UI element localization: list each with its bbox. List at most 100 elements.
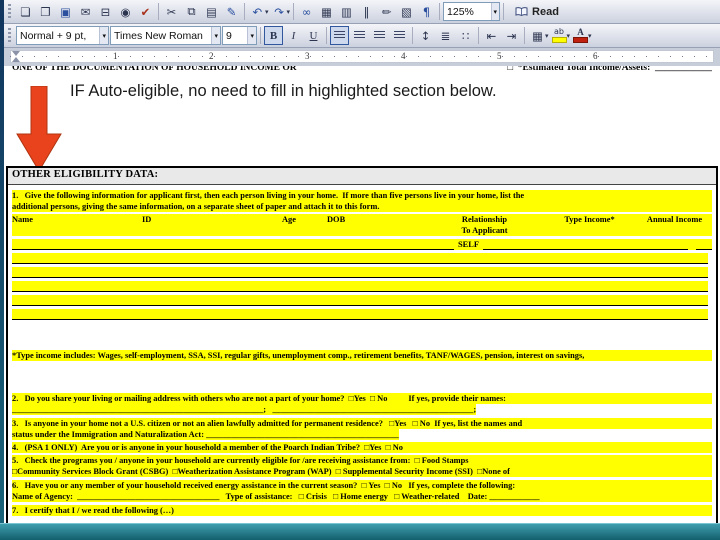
justify-icon: [394, 31, 405, 40]
chevron-down-icon[interactable]: ▾: [490, 3, 500, 20]
pilcrow-icon: ¶: [422, 4, 431, 19]
bullets-button[interactable]: ∷: [456, 26, 475, 45]
italic-button[interactable]: I: [284, 26, 303, 45]
read-label: Read: [532, 5, 559, 18]
toolbar-grip[interactable]: [8, 4, 11, 19]
print-preview-icon: ◉: [120, 4, 131, 19]
font-color-dropdown-arrow[interactable]: ▾: [588, 32, 592, 40]
decrease-indent-button[interactable]: ⇤: [482, 26, 501, 45]
undo-dropdown-arrow[interactable]: ▾: [265, 8, 269, 16]
ruler-number: 6: [593, 51, 598, 61]
blank-entry-line: [12, 281, 708, 292]
save-button[interactable]: ▣: [56, 2, 75, 21]
self-label: SELF: [458, 240, 479, 249]
chevron-down-icon[interactable]: ▾: [247, 27, 256, 44]
underline-button[interactable]: U: [304, 26, 323, 45]
to-applicant-label: To Applicant: [461, 226, 508, 235]
chevron-down-icon[interactable]: ▾: [211, 27, 220, 44]
font-size-select[interactable]: 9 ▾: [222, 26, 257, 45]
read-button[interactable]: Read: [507, 2, 567, 22]
drawing-button[interactable]: ✏: [377, 2, 396, 21]
align-left-button[interactable]: [330, 26, 349, 45]
ruler[interactable]: 1 2 3 4 5 6: [4, 48, 720, 67]
toolbar-separator: [158, 3, 159, 20]
hyperlink-icon: ∞: [301, 4, 312, 19]
toolbar-separator: [260, 27, 261, 44]
zoom-select[interactable]: 125% ▾: [443, 2, 501, 21]
open-icon: ❐: [40, 4, 51, 19]
save-icon: ▣: [60, 4, 71, 19]
tables-borders-button[interactable]: ▦: [317, 2, 336, 21]
font-color-swatch: [573, 37, 589, 43]
align-center-button[interactable]: [350, 26, 369, 45]
increase-indent-button[interactable]: ⇥: [502, 26, 521, 45]
toolbar-separator: [412, 27, 413, 44]
toolbar-grip[interactable]: [8, 28, 11, 43]
open-button[interactable]: ❐: [36, 2, 55, 21]
question-1-line-2: additional persons, giving the same info…: [12, 201, 712, 212]
hanging-indent-marker[interactable]: [12, 57, 20, 62]
font-value: Times New Roman: [114, 29, 203, 42]
paste-button[interactable]: ▤: [202, 2, 221, 21]
formatting-toolbar: Normal + 9 pt, ▾ Times New Roman ▾ 9 ▾ B…: [4, 24, 720, 48]
document-map-icon: ▧: [401, 4, 412, 19]
cut-button[interactable]: ✂: [162, 2, 181, 21]
ruler-number: 4: [401, 51, 406, 61]
spelling-button[interactable]: ✔: [136, 2, 155, 21]
question-7-partial: 7. I certify that I / we read the follow…: [12, 505, 712, 516]
type-income-footnote: *Type income includes: Wages, self-emplo…: [12, 350, 712, 361]
new-document-icon: ❏: [20, 4, 31, 19]
copy-icon: ⧉: [187, 4, 196, 18]
document-area[interactable]: ONE OF THE DOCUMENTATION OF HOUSEHOLD IN…: [4, 66, 720, 524]
question-6-line-2: Name of Agency: ________________________…: [12, 491, 712, 502]
style-select[interactable]: Normal + 9 pt, ▾: [16, 26, 109, 45]
align-right-button[interactable]: [370, 26, 389, 45]
question-3-line-1: 3. Is anyone in your home not a U.S. cit…: [12, 418, 712, 429]
column-header-type-income: Type Income*: [564, 215, 615, 224]
bullets-icon: ∷: [461, 28, 470, 43]
highlight-dropdown-arrow[interactable]: ▾: [567, 32, 571, 40]
form-body: 1. Give the following information for ap…: [8, 185, 716, 516]
format-painter-button[interactable]: ✎: [222, 2, 241, 21]
entry-line: [696, 239, 712, 250]
drawing-icon: ✏: [381, 4, 392, 19]
undo-icon: ↶: [252, 4, 263, 19]
first-line-indent-marker[interactable]: [12, 51, 20, 56]
line-spacing-icon: ↕: [420, 28, 431, 43]
print-button[interactable]: ⊟: [96, 2, 115, 21]
toolbar-separator: [326, 27, 327, 44]
copy-button[interactable]: ⧉: [182, 2, 201, 21]
document-map-button[interactable]: ▧: [397, 2, 416, 21]
redo-icon: ↷: [274, 4, 284, 19]
font-select[interactable]: Times New Roman ▾: [110, 26, 221, 45]
spelling-icon: ✔: [140, 4, 151, 19]
toolbar-separator: [293, 3, 295, 20]
print-preview-button[interactable]: ◉: [116, 2, 135, 21]
line-spacing-button[interactable]: ↕: [416, 26, 435, 45]
eligibility-form-section: OTHER ELIGIBILITY DATA: 1. Give the foll…: [6, 166, 718, 524]
chevron-down-icon[interactable]: ▾: [99, 27, 108, 44]
align-left-icon: [334, 31, 345, 40]
email-button[interactable]: ✉: [76, 2, 95, 21]
email-icon: ✉: [80, 4, 91, 19]
entry-line: [12, 239, 454, 250]
new-document-button[interactable]: ❏: [16, 2, 35, 21]
justify-button[interactable]: [390, 26, 409, 45]
redo-dropdown-arrow[interactable]: ▾: [287, 8, 291, 16]
numbering-icon: ≣: [440, 28, 451, 43]
columns-icon: ‖: [363, 4, 370, 19]
insert-table-button[interactable]: ▥: [337, 2, 356, 21]
bold-button[interactable]: B: [264, 26, 283, 45]
toolbar-separator: [524, 27, 525, 44]
hyperlink-button[interactable]: ∞: [297, 2, 316, 21]
clipped-heading-left: ONE OF THE DOCUMENTATION OF HOUSEHOLD IN…: [12, 66, 297, 73]
columns-button[interactable]: ‖: [357, 2, 376, 21]
numbering-button[interactable]: ≣: [436, 26, 455, 45]
cut-icon: ✂: [166, 4, 177, 19]
zoom-value: 125%: [447, 5, 474, 18]
borders-dropdown-arrow[interactable]: ▾: [545, 32, 549, 40]
show-hide-button[interactable]: ¶: [417, 2, 436, 21]
ruler-number: 2: [209, 51, 214, 61]
column-header-name: Name: [12, 215, 33, 224]
